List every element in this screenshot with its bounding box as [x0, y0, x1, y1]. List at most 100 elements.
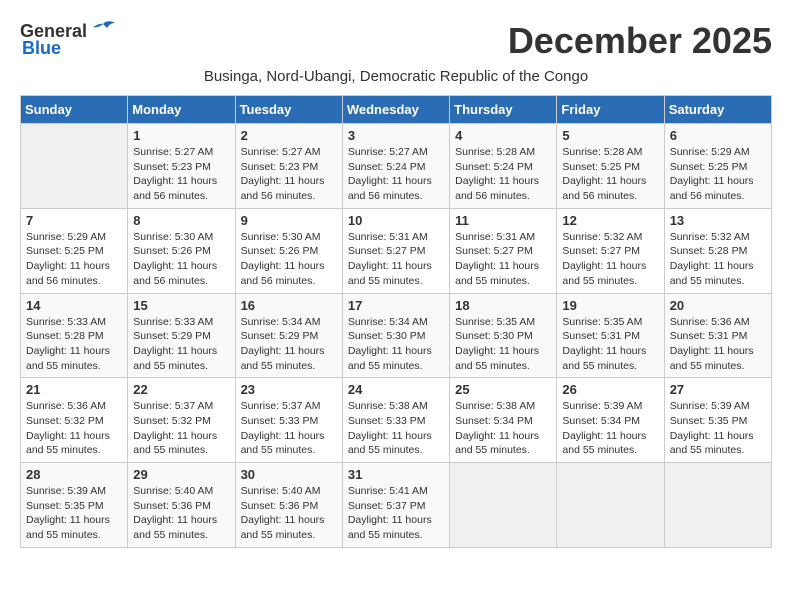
day-number: 26 — [562, 382, 658, 397]
day-number: 1 — [133, 128, 229, 143]
day-info: Sunrise: 5:30 AMSunset: 5:26 PMDaylight:… — [133, 230, 229, 289]
day-info: Sunrise: 5:40 AMSunset: 5:36 PMDaylight:… — [241, 484, 337, 543]
day-number: 11 — [455, 213, 551, 228]
day-info: Sunrise: 5:36 AMSunset: 5:32 PMDaylight:… — [26, 399, 122, 458]
day-info: Sunrise: 5:32 AMSunset: 5:28 PMDaylight:… — [670, 230, 766, 289]
day-number: 31 — [348, 467, 444, 482]
day-cell: 12 Sunrise: 5:32 AMSunset: 5:27 PMDayligh… — [557, 208, 664, 293]
day-info: Sunrise: 5:30 AMSunset: 5:26 PMDaylight:… — [241, 230, 337, 289]
month-title: December 2025 — [508, 20, 772, 62]
day-info: Sunrise: 5:31 AMSunset: 5:27 PMDaylight:… — [455, 230, 551, 289]
day-cell: 9 Sunrise: 5:30 AMSunset: 5:26 PMDaylight… — [235, 208, 342, 293]
day-number: 12 — [562, 213, 658, 228]
day-number: 19 — [562, 298, 658, 313]
day-info: Sunrise: 5:40 AMSunset: 5:36 PMDaylight:… — [133, 484, 229, 543]
day-info: Sunrise: 5:35 AMSunset: 5:30 PMDaylight:… — [455, 315, 551, 374]
week-row-2: 7Sunrise: 5:29 AMSunset: 5:25 PMDaylight… — [21, 208, 772, 293]
logo: General Blue — [20, 20, 117, 59]
day-cell: 21 Sunrise: 5:36 AMSunset: 5:32 PMDayligh… — [21, 378, 128, 463]
day-cell: 5 Sunrise: 5:28 AMSunset: 5:25 PMDaylight… — [557, 124, 664, 209]
day-number: 13 — [670, 213, 766, 228]
day-info: Sunrise: 5:37 AMSunset: 5:33 PMDaylight:… — [241, 399, 337, 458]
day-cell — [21, 124, 128, 209]
week-row-5: 28 Sunrise: 5:39 AMSunset: 5:35 PMDayligh… — [21, 463, 772, 548]
day-cell: 23 Sunrise: 5:37 AMSunset: 5:33 PMDayligh… — [235, 378, 342, 463]
day-number: 9 — [241, 213, 337, 228]
day-cell: 14Sunrise: 5:33 AMSunset: 5:28 PMDayligh… — [21, 293, 128, 378]
day-cell: 28 Sunrise: 5:39 AMSunset: 5:35 PMDayligh… — [21, 463, 128, 548]
day-info: Sunrise: 5:39 AMSunset: 5:34 PMDaylight:… — [562, 399, 658, 458]
day-number: 6 — [670, 128, 766, 143]
subtitle: Businga, Nord-Ubangi, Democratic Republi… — [20, 68, 772, 85]
day-cell: 3 Sunrise: 5:27 AMSunset: 5:24 PMDaylight… — [342, 124, 449, 209]
day-cell: 25Sunrise: 5:38 AMSunset: 5:34 PMDayligh… — [450, 378, 557, 463]
day-info: Sunrise: 5:33 AMSunset: 5:29 PMDaylight:… — [133, 315, 229, 374]
day-info: Sunrise: 5:34 AMSunset: 5:29 PMDaylight:… — [241, 315, 337, 374]
day-number: 29 — [133, 467, 229, 482]
day-cell: 13 Sunrise: 5:32 AMSunset: 5:28 PMDayligh… — [664, 208, 771, 293]
day-cell: 4Sunrise: 5:28 AMSunset: 5:24 PMDaylight… — [450, 124, 557, 209]
day-cell: 11 Sunrise: 5:31 AMSunset: 5:27 PMDayligh… — [450, 208, 557, 293]
column-header-monday: Monday — [128, 96, 235, 124]
day-cell: 15Sunrise: 5:33 AMSunset: 5:29 PMDayligh… — [128, 293, 235, 378]
week-row-1: 1 Sunrise: 5:27 AMSunset: 5:23 PMDaylight… — [21, 124, 772, 209]
day-info: Sunrise: 5:38 AMSunset: 5:33 PMDaylight:… — [348, 399, 444, 458]
day-cell: 8 Sunrise: 5:30 AMSunset: 5:26 PMDaylight… — [128, 208, 235, 293]
day-cell: 16Sunrise: 5:34 AMSunset: 5:29 PMDayligh… — [235, 293, 342, 378]
day-number: 24 — [348, 382, 444, 397]
day-number: 28 — [26, 467, 122, 482]
day-number: 5 — [562, 128, 658, 143]
day-info: Sunrise: 5:41 AMSunset: 5:37 PMDaylight:… — [348, 484, 444, 543]
day-cell: 6Sunrise: 5:29 AMSunset: 5:25 PMDaylight… — [664, 124, 771, 209]
week-row-3: 14Sunrise: 5:33 AMSunset: 5:28 PMDayligh… — [21, 293, 772, 378]
day-cell — [664, 463, 771, 548]
day-cell: 30 Sunrise: 5:40 AMSunset: 5:36 PMDayligh… — [235, 463, 342, 548]
day-cell: 29 Sunrise: 5:40 AMSunset: 5:36 PMDayligh… — [128, 463, 235, 548]
day-cell: 26 Sunrise: 5:39 AMSunset: 5:34 PMDayligh… — [557, 378, 664, 463]
day-number: 2 — [241, 128, 337, 143]
column-header-tuesday: Tuesday — [235, 96, 342, 124]
header: General Blue December 2025 — [20, 20, 772, 62]
day-info: Sunrise: 5:35 AMSunset: 5:31 PMDaylight:… — [562, 315, 658, 374]
day-cell: 27Sunrise: 5:39 AMSunset: 5:35 PMDayligh… — [664, 378, 771, 463]
day-cell: 31 Sunrise: 5:41 AMSunset: 5:37 PMDayligh… — [342, 463, 449, 548]
day-number: 18 — [455, 298, 551, 313]
day-cell: 1 Sunrise: 5:27 AMSunset: 5:23 PMDaylight… — [128, 124, 235, 209]
day-cell: 19 Sunrise: 5:35 AMSunset: 5:31 PMDayligh… — [557, 293, 664, 378]
day-number: 21 — [26, 382, 122, 397]
day-info: Sunrise: 5:28 AMSunset: 5:24 PMDaylight:… — [455, 145, 551, 204]
day-info: Sunrise: 5:27 AMSunset: 5:24 PMDaylight:… — [348, 145, 444, 204]
day-cell: 17Sunrise: 5:34 AMSunset: 5:30 PMDayligh… — [342, 293, 449, 378]
week-row-4: 21 Sunrise: 5:36 AMSunset: 5:32 PMDayligh… — [21, 378, 772, 463]
logo-bird-icon — [89, 20, 117, 42]
day-info: Sunrise: 5:33 AMSunset: 5:28 PMDaylight:… — [26, 315, 122, 374]
column-header-wednesday: Wednesday — [342, 96, 449, 124]
day-info: Sunrise: 5:27 AMSunset: 5:23 PMDaylight:… — [241, 145, 337, 204]
day-info: Sunrise: 5:28 AMSunset: 5:25 PMDaylight:… — [562, 145, 658, 204]
day-cell: 10Sunrise: 5:31 AMSunset: 5:27 PMDayligh… — [342, 208, 449, 293]
day-info: Sunrise: 5:34 AMSunset: 5:30 PMDaylight:… — [348, 315, 444, 374]
day-info: Sunrise: 5:32 AMSunset: 5:27 PMDaylight:… — [562, 230, 658, 289]
day-cell — [450, 463, 557, 548]
day-number: 22 — [133, 382, 229, 397]
day-info: Sunrise: 5:38 AMSunset: 5:34 PMDaylight:… — [455, 399, 551, 458]
day-cell: 20Sunrise: 5:36 AMSunset: 5:31 PMDayligh… — [664, 293, 771, 378]
day-info: Sunrise: 5:31 AMSunset: 5:27 PMDaylight:… — [348, 230, 444, 289]
day-cell: 7Sunrise: 5:29 AMSunset: 5:25 PMDaylight… — [21, 208, 128, 293]
day-info: Sunrise: 5:27 AMSunset: 5:23 PMDaylight:… — [133, 145, 229, 204]
day-info: Sunrise: 5:37 AMSunset: 5:32 PMDaylight:… — [133, 399, 229, 458]
column-header-thursday: Thursday — [450, 96, 557, 124]
day-cell: 24 Sunrise: 5:38 AMSunset: 5:33 PMDayligh… — [342, 378, 449, 463]
day-cell: 2 Sunrise: 5:27 AMSunset: 5:23 PMDaylight… — [235, 124, 342, 209]
day-number: 8 — [133, 213, 229, 228]
column-header-sunday: Sunday — [21, 96, 128, 124]
day-number: 3 — [348, 128, 444, 143]
day-number: 30 — [241, 467, 337, 482]
day-info: Sunrise: 5:36 AMSunset: 5:31 PMDaylight:… — [670, 315, 766, 374]
day-number: 7 — [26, 213, 122, 228]
day-info: Sunrise: 5:39 AMSunset: 5:35 PMDaylight:… — [670, 399, 766, 458]
day-info: Sunrise: 5:39 AMSunset: 5:35 PMDaylight:… — [26, 484, 122, 543]
day-number: 23 — [241, 382, 337, 397]
column-header-friday: Friday — [557, 96, 664, 124]
day-cell: 22 Sunrise: 5:37 AMSunset: 5:32 PMDayligh… — [128, 378, 235, 463]
